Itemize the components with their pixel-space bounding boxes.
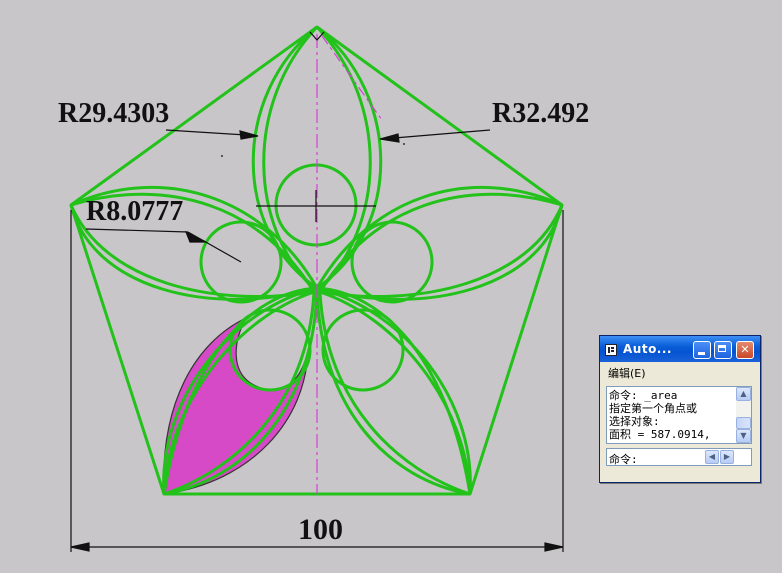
text-window-title: Auto... [623, 342, 672, 356]
close-button[interactable]: ✕ [736, 341, 754, 359]
scroll-down-button[interactable]: ▼ [736, 429, 751, 443]
scroll-thumb[interactable] [736, 417, 751, 429]
arrow-up-icon: ▲ [740, 389, 747, 398]
dim-label-radius-left: R29.4303 [58, 98, 169, 129]
dim-label-width: 100 [298, 513, 343, 546]
arrow-right-icon: ▶ [723, 452, 731, 461]
text-window-titlebar[interactable]: Auto... ✕ [600, 336, 760, 362]
autocad-text-window[interactable]: Auto... ✕ 编辑(E) 命令: _area 指定第一个角点或 选择对象:… [599, 335, 761, 483]
dim-label-radius-right: R32.492 [492, 98, 589, 129]
dimension-radius-small [85, 228, 242, 263]
history-scrollbar[interactable]: ▲ ▼ [736, 387, 751, 443]
menu-edit[interactable]: 编辑(E) [608, 365, 646, 381]
dim-label-radius-small: R8.0777 [86, 196, 183, 227]
small-circle-right [350, 220, 434, 304]
command-prompt: 命令: [609, 453, 638, 466]
history-line: 选择对象: [609, 415, 660, 428]
history-line: 命令: _area [609, 389, 678, 402]
scroll-up-button[interactable]: ▲ [736, 387, 751, 401]
arrow-left-icon: ◀ [708, 452, 716, 461]
dimension-radius-left [165, 129, 259, 140]
scroll-left-button[interactable]: ◀ [705, 450, 719, 464]
scroll-right-button[interactable]: ▶ [720, 450, 734, 464]
history-line: 指定第一个角点或 [609, 402, 697, 415]
history-line: 面积 = 587.0914, [609, 428, 711, 441]
drawing-canvas[interactable]: R29.4303 R32.492 R8.0777 100 [0, 0, 782, 573]
history-lines: 命令: _area 指定第一个角点或 选择对象: 面积 = 587.0914, [609, 389, 735, 441]
centerlines [316, 34, 383, 494]
maximize-button[interactable] [714, 341, 732, 359]
minimize-button[interactable] [693, 341, 711, 359]
arrow-down-icon: ▼ [740, 431, 747, 440]
crosshair [256, 31, 376, 222]
command-history[interactable]: 命令: _area 指定第一个角点或 选择对象: 面积 = 587.0914, … [606, 386, 752, 444]
text-window-menubar: 编辑(E) [600, 362, 760, 380]
dot-mark [403, 143, 405, 145]
dot-mark [221, 155, 223, 157]
autocad-text-window-icon[interactable] [605, 344, 617, 356]
close-icon: ✕ [740, 343, 750, 356]
command-line[interactable]: 命令: ◀ ▶ [606, 448, 752, 466]
